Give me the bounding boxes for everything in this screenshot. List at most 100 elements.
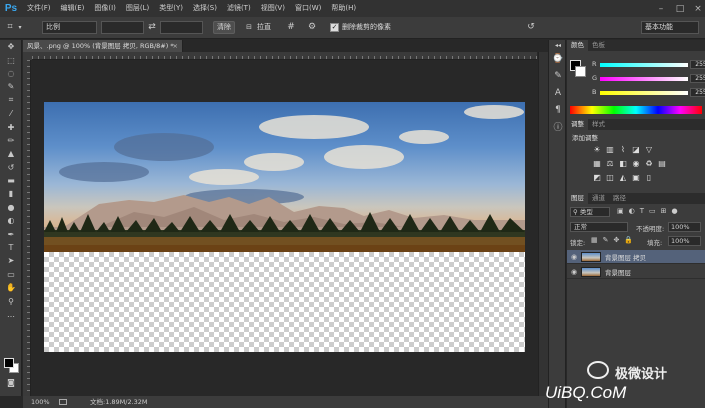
swap-icon[interactable]: ⇄ [147,21,157,34]
menu-item[interactable]: 选择(S) [188,0,222,17]
delete-pixels-checkbox[interactable]: ✓ [330,23,339,32]
levels-icon[interactable]: ▥ [605,145,615,155]
eraser-tool-icon[interactable]: ▬ [0,174,22,187]
shape-filter-icon[interactable]: ▭ [649,207,656,217]
pixel-filter-icon[interactable]: ▣ [617,207,624,217]
layer-row[interactable]: ◉ 背景图层 [567,265,705,279]
grid-overlay-icon[interactable]: # [285,21,297,34]
maximize-icon[interactable]: □ [670,0,690,17]
tab-swatches[interactable]: 色板 [588,40,609,51]
photo-filter-icon[interactable]: ◉ [631,159,641,169]
color-balance-icon[interactable]: ⚖ [605,159,615,169]
minimize-icon[interactable]: – [651,0,671,17]
brightness-icon[interactable]: ☀ [592,145,602,155]
menu-item[interactable]: 图层(L) [121,0,154,17]
workspace-select[interactable]: 基本功能 [641,21,699,34]
color-spectrum[interactable] [570,106,702,114]
curves-icon[interactable]: ⌇ [618,145,628,155]
width-input[interactable] [101,21,144,34]
history-icon[interactable]: ⌚ [549,50,567,67]
hue-saturation-icon[interactable]: ▦ [592,159,602,169]
channel-slider[interactable] [600,63,688,67]
brush-tool-icon[interactable]: ✏ [0,134,22,147]
menu-item[interactable]: 帮助(H) [326,0,361,17]
brush-preset-icon[interactable]: ✎ [549,67,567,84]
fill-input[interactable]: 100% [668,236,701,246]
exposure-icon[interactable]: ◪ [631,145,641,155]
color-lookup-icon[interactable]: ▤ [657,159,667,169]
bg-color-box[interactable] [575,66,586,77]
zoom-level[interactable]: 100% [31,396,50,408]
foreground-color-swatch[interactable] [4,358,14,368]
lock-all-icon[interactable]: 🔒 [624,236,633,244]
doc-info-icon[interactable] [59,399,67,405]
type-filter-icon[interactable]: T [640,207,644,217]
crop-tool-icon[interactable]: ⌗ [4,21,16,34]
tab-paths[interactable]: 路径 [609,193,630,204]
more-tools-icon[interactable]: … [0,308,22,321]
reset-icon[interactable]: ↺ [525,21,537,34]
straighten-label[interactable]: 拉直 [257,21,277,34]
gradient-map-icon[interactable]: ▯ [644,173,654,183]
marquee-tool-icon[interactable]: ⬚ [0,53,22,66]
lock-pixels-icon[interactable]: ✎ [603,236,609,244]
layer-row[interactable]: ◉ 背景图层 拷贝 [567,250,705,264]
eyedropper-tool-icon[interactable]: ⁄ [0,107,22,120]
ratio-select[interactable]: 比例 [42,21,97,34]
clear-button[interactable]: 清除 [213,21,235,34]
vertical-scrollbar[interactable] [538,52,548,396]
history-brush-icon[interactable]: ↺ [0,161,22,174]
channel-value-input[interactable]: 255 [690,60,705,69]
menu-item[interactable]: 类型(Y) [154,0,188,17]
black-white-icon[interactable]: ◧ [618,159,628,169]
smart-filter-icon[interactable]: ⊞ [661,207,667,217]
dodge-tool-icon[interactable]: ◐ [0,214,22,227]
visibility-eye-icon[interactable]: ◉ [567,268,581,276]
tab-adjustments[interactable]: 调整 [567,119,588,130]
opacity-input[interactable]: 100% [668,222,701,232]
channel-value-input[interactable]: 255 [690,88,705,97]
straighten-icon[interactable]: ⊟ [243,21,255,34]
menu-item[interactable]: 编辑(E) [56,0,90,17]
close-document-icon[interactable]: × [173,40,178,52]
crop-tool-icon[interactable]: ⌗ [0,94,22,107]
channel-mixer-icon[interactable]: ♻ [644,159,654,169]
menu-item[interactable]: 滤镜(T) [222,0,256,17]
menu-item[interactable]: 图像(I) [89,0,121,17]
info-icon[interactable]: ⓘ [549,118,567,135]
path-select-icon[interactable]: ➤ [0,254,22,267]
quick-mask-icon[interactable]: ◙ [0,376,22,389]
layer-filter-select[interactable]: ⚲ 类型 [570,207,610,217]
adjust-filter-icon[interactable]: ◐ [629,207,635,217]
visibility-eye-icon[interactable]: ◉ [567,253,581,261]
zoom-tool-icon[interactable]: ⚲ [0,294,22,307]
close-icon[interactable]: × [688,0,705,17]
hand-tool-icon[interactable]: ✋ [0,281,22,294]
lock-position-icon[interactable]: ✥ [614,236,620,244]
selective-color-icon[interactable]: ▣ [631,173,641,183]
menu-item[interactable]: 文件(F) [22,0,56,17]
tab-channels[interactable]: 通道 [588,193,609,204]
invert-icon[interactable]: ◩ [592,173,602,183]
threshold-icon[interactable]: ◭ [618,173,628,183]
height-input[interactable] [160,21,203,34]
type-tool-icon[interactable]: T [0,241,22,254]
collapse-icon[interactable]: ◂◂ [549,40,567,50]
lasso-tool-icon[interactable]: ◌ [0,67,22,80]
blur-tool-icon[interactable]: ● [0,201,22,214]
tab-layers[interactable]: 图层 [567,193,588,204]
lock-transparent-icon[interactable]: ▦ [591,236,598,244]
stamp-tool-icon[interactable]: ▲ [0,147,22,160]
channel-slider[interactable] [600,91,688,95]
posterize-icon[interactable]: ◫ [605,173,615,183]
vibrance-icon[interactable]: ▽ [644,145,654,155]
menu-item[interactable]: 视图(V) [256,0,290,17]
shape-tool-icon[interactable]: ▭ [0,268,22,281]
healing-brush-icon[interactable]: ✚ [0,120,22,133]
document-image[interactable] [44,102,525,352]
channel-slider[interactable] [600,77,688,81]
tab-styles[interactable]: 样式 [588,119,609,130]
move-tool-icon[interactable]: ✥ [0,40,22,53]
channel-value-input[interactable]: 255 [690,74,705,83]
gradient-tool-icon[interactable]: ▮ [0,187,22,200]
